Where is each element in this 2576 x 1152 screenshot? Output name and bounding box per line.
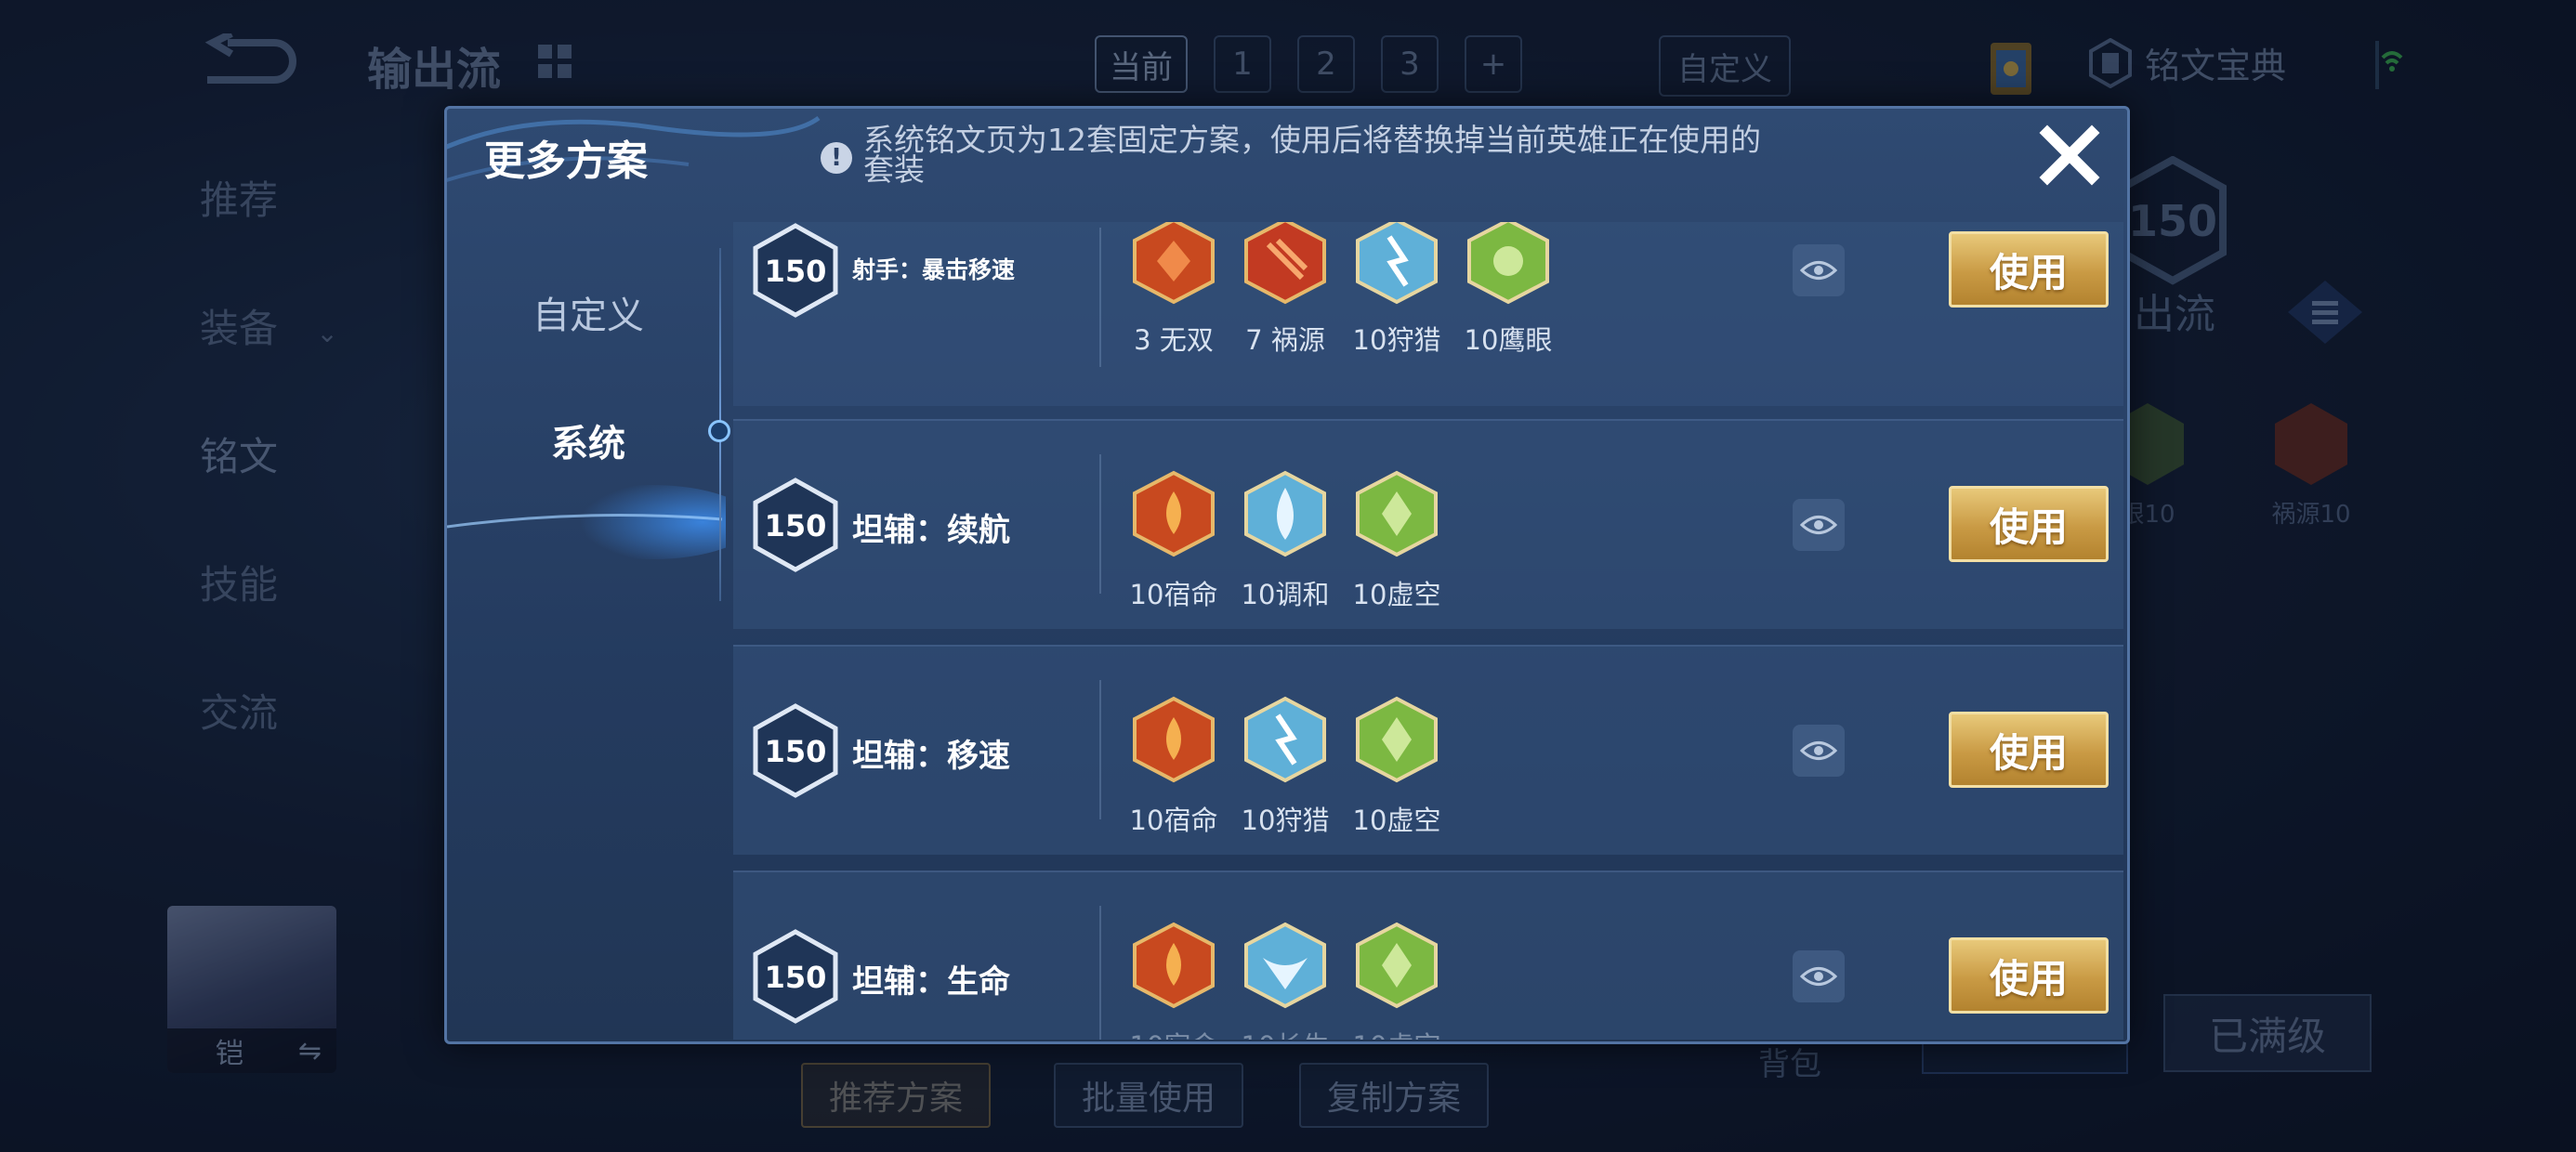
rune-icon-blue <box>1244 470 1326 557</box>
plan-name: 射手：暴击移速 <box>852 256 1016 283</box>
row-separator <box>1099 906 1101 1040</box>
close-icon[interactable] <box>2036 122 2103 189</box>
rune-icon-blue <box>1244 696 1326 783</box>
plan-name: 坦辅：生命 <box>852 963 1010 1001</box>
use-button[interactable]: 使用 <box>1949 486 2109 562</box>
eye-icon <box>1800 516 1837 534</box>
rune-icon-green <box>1356 922 1438 1009</box>
rune-label: 10宿命 <box>1118 1025 1229 1040</box>
use-button[interactable]: 使用 <box>1949 231 2109 308</box>
plan-row: 150 射手：暴击移速 3 无双 7 祸源 10狩猎 10鹰眼 使用 <box>733 222 2123 406</box>
plan-list: 150 射手：暴击移速 3 无双 7 祸源 10狩猎 10鹰眼 使用 150 坦… <box>733 222 2127 1040</box>
rune-icon-red <box>1244 222 1326 305</box>
level-value: 150 <box>765 960 827 995</box>
preview-button[interactable] <box>1793 950 1845 1002</box>
use-button[interactable]: 使用 <box>1949 937 2109 1014</box>
plan-row: 150 坦辅：移速 10宿命 10狩猎 10虚空 使用 <box>733 645 2123 855</box>
preview-button[interactable] <box>1793 725 1845 777</box>
rune-icon-red <box>1133 696 1215 783</box>
more-plans-modal: 更多方案 ! 系统铭文页为12套固定方案，使用后将替换掉当前英雄正在使用的 套装… <box>444 106 2130 1044</box>
rune-icon-green <box>1356 696 1438 783</box>
preview-button[interactable] <box>1793 244 1845 296</box>
tab-indicator-dot <box>708 420 730 442</box>
modal-title: 更多方案 <box>484 137 648 185</box>
level-badge: 150 <box>753 929 838 1024</box>
level-badge: 150 <box>753 478 838 572</box>
rune-label: 10宿命 <box>1129 805 1218 836</box>
level-badge: 150 <box>753 703 838 798</box>
rune-icon-green <box>1467 222 1549 305</box>
rune-label: 10长生 <box>1229 1025 1341 1040</box>
eye-icon <box>1800 967 1837 986</box>
use-button[interactable]: 使用 <box>1949 712 2109 788</box>
row-separator <box>1099 228 1101 367</box>
level-value: 150 <box>765 508 827 543</box>
plan-row: 150 坦辅：生命 10宿命 10长生 10虚空 使用 <box>733 871 2123 1040</box>
rune-label: 10虚空 <box>1352 579 1441 610</box>
level-value: 150 <box>765 734 827 769</box>
plan-name: 坦辅：续航 <box>852 512 1010 549</box>
rune-icon-blue <box>1356 222 1438 305</box>
rune-icon-red <box>1133 922 1215 1009</box>
rune-label: 10狩猎 <box>1241 805 1330 836</box>
rune-label: 7 祸源 <box>1245 324 1325 356</box>
rune-label: 10调和 <box>1241 579 1330 610</box>
notice-text: 系统铭文页为12套固定方案，使用后将替换掉当前英雄正在使用的 套装 <box>863 122 1811 188</box>
tab-selected-glow <box>447 485 726 559</box>
tab-custom[interactable]: 自定义 <box>532 285 644 339</box>
rune-icon-red <box>1133 470 1215 557</box>
rune-label: 3 无双 <box>1134 324 1214 356</box>
notice-line-2: 套装 <box>863 151 925 188</box>
notice-icon: ! <box>821 142 852 174</box>
eye-icon <box>1800 261 1837 280</box>
rune-icon-blue <box>1244 922 1326 1009</box>
row-separator <box>1099 680 1101 819</box>
rune-label: 10虚空 <box>1341 1025 1452 1040</box>
rune-label: 10虚空 <box>1352 805 1441 836</box>
plan-name: 坦辅：移速 <box>852 738 1010 775</box>
row-separator <box>1099 454 1101 594</box>
preview-button[interactable] <box>1793 499 1845 551</box>
level-value: 150 <box>765 254 827 289</box>
plan-row: 150 坦辅：续航 10宿命 10调和 10虚空 使用 <box>733 419 2123 629</box>
rune-icon-green <box>1356 470 1438 557</box>
rune-label: 10狩猎 <box>1352 324 1441 356</box>
rune-label: 10鹰眼 <box>1464 324 1553 356</box>
tab-system[interactable]: 系统 <box>551 413 625 467</box>
notice-line-1: 系统铭文页为12套固定方案，使用后将替换掉当前英雄正在使用的 <box>863 122 1761 158</box>
rune-label: 10宿命 <box>1129 579 1218 610</box>
eye-icon <box>1800 741 1837 760</box>
rune-icon-red <box>1133 222 1215 305</box>
level-badge: 150 <box>753 223 838 318</box>
